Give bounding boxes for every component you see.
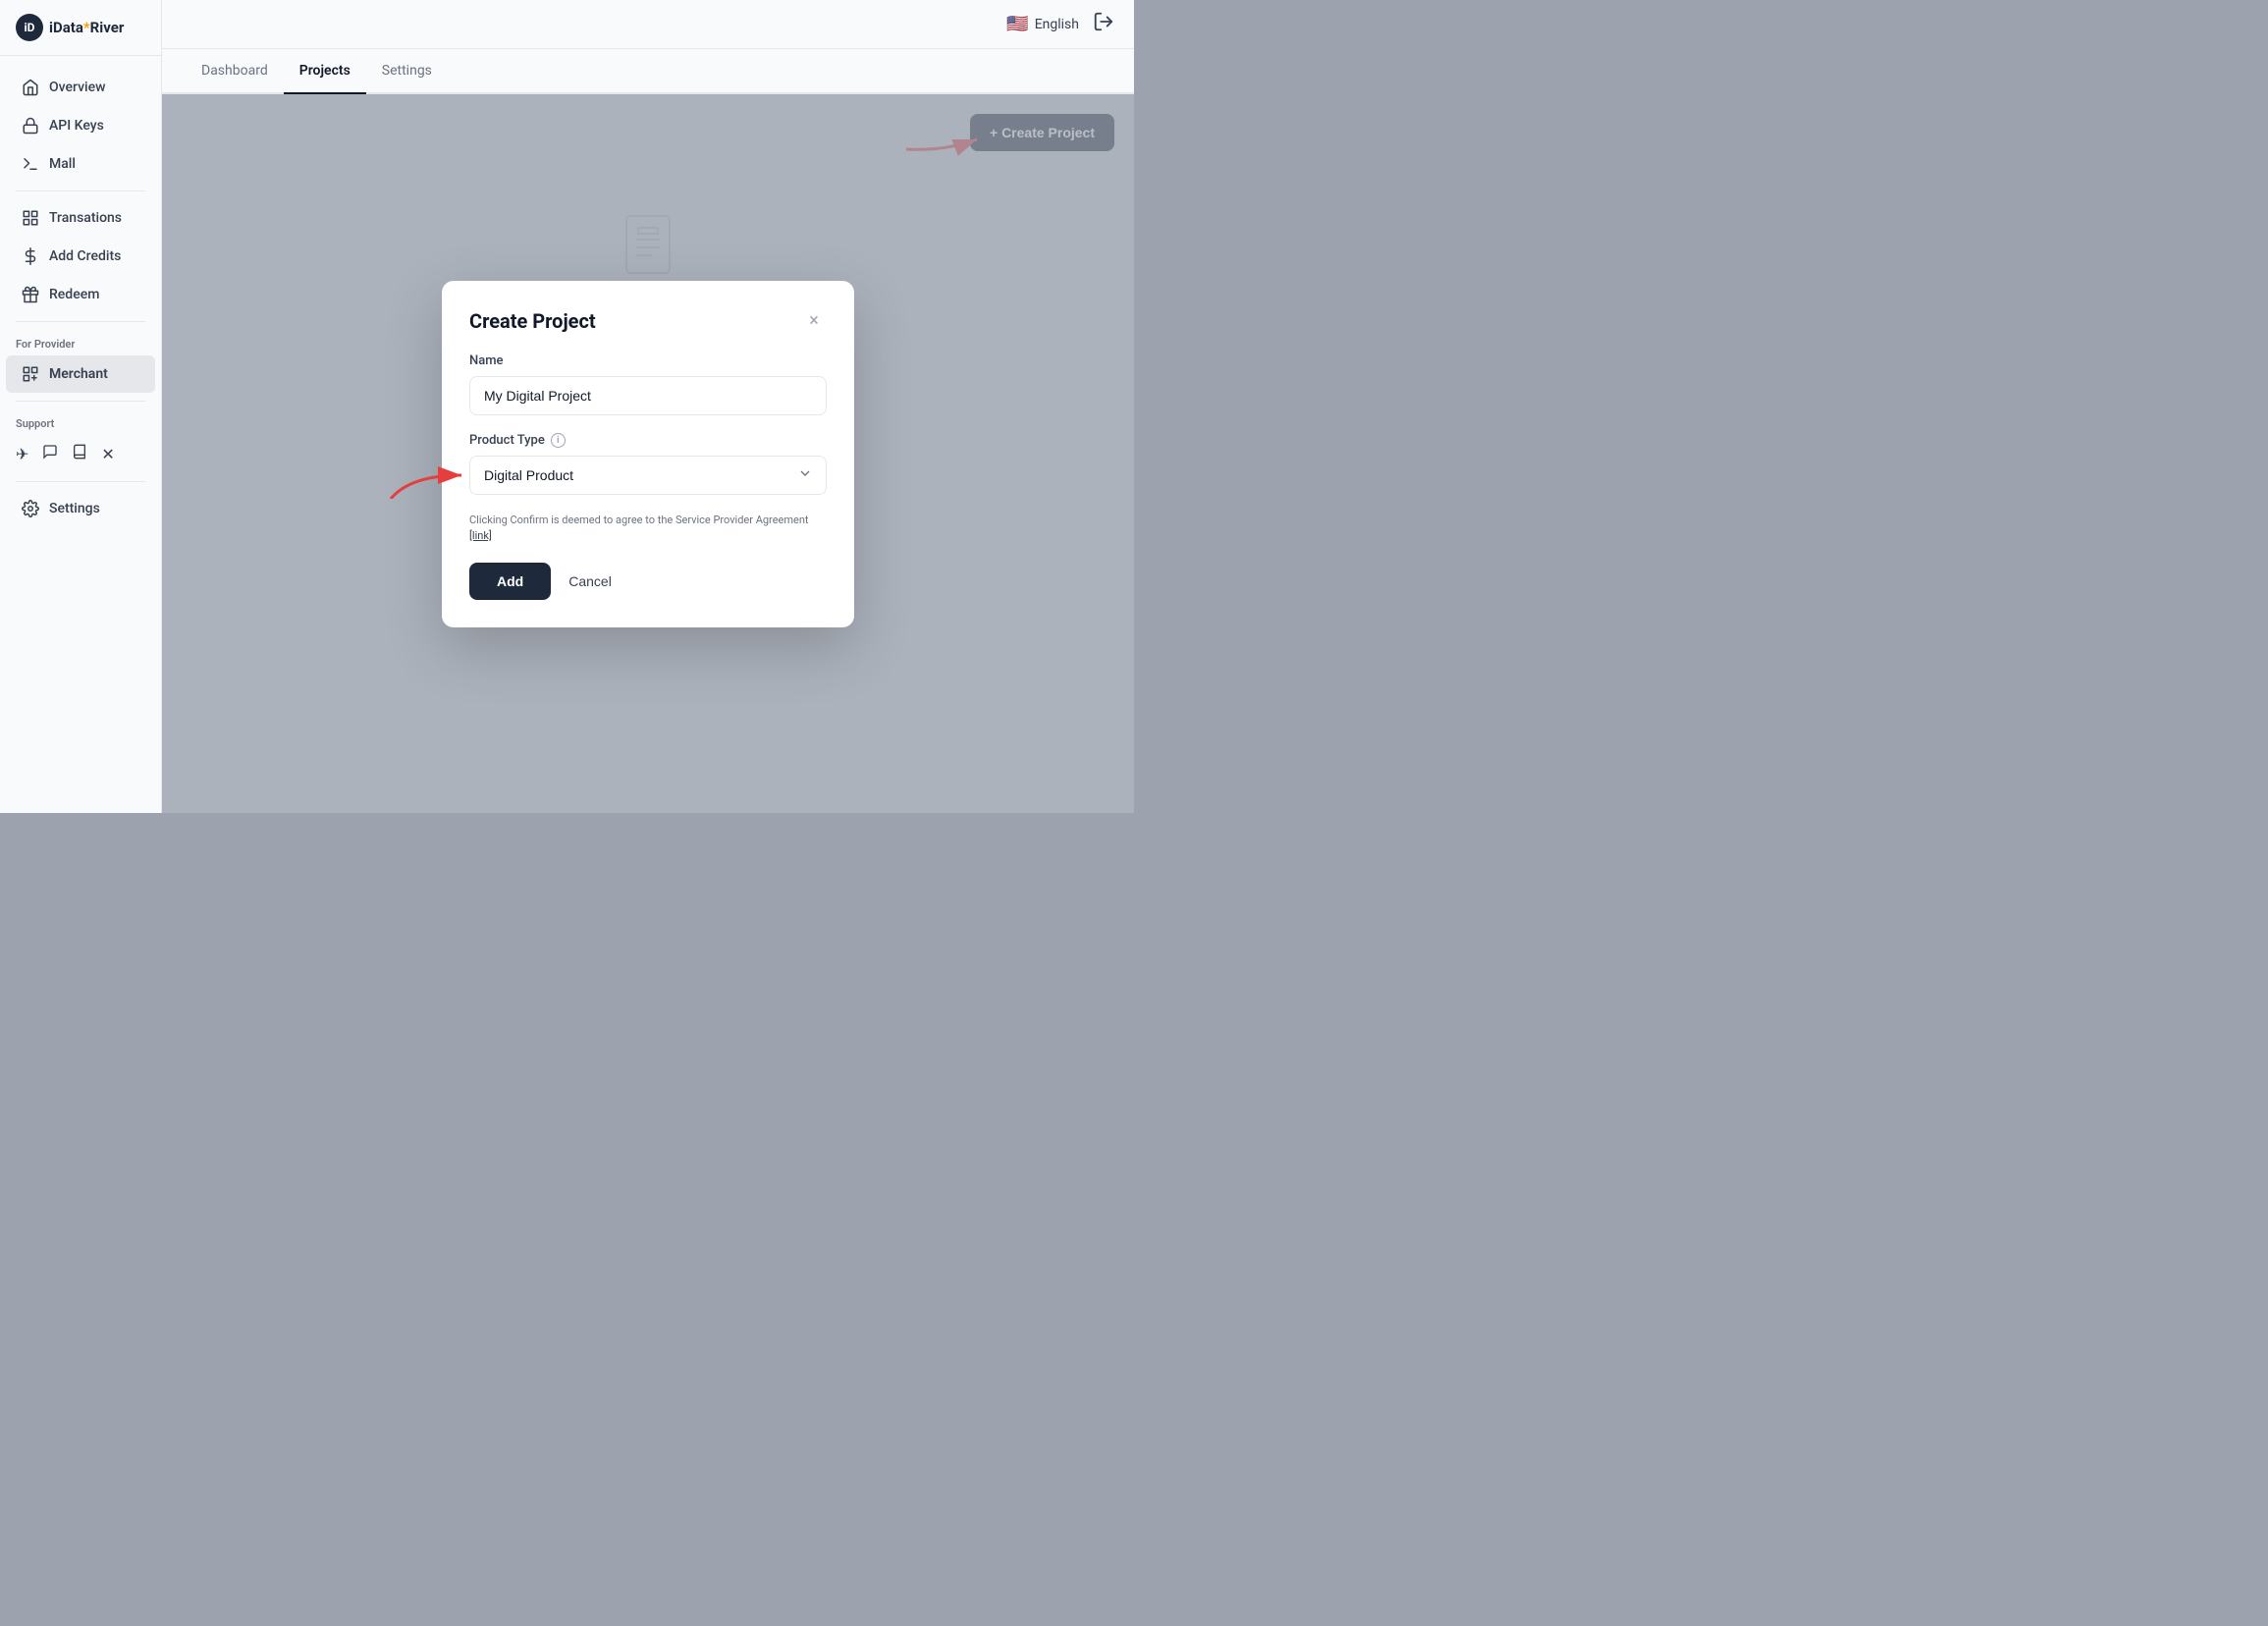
x-icon[interactable]: ✕ bbox=[101, 445, 114, 463]
tabs-bar: Dashboard Projects Settings bbox=[162, 49, 1134, 94]
sidebar-item-settings-label: Settings bbox=[49, 501, 100, 516]
lock-icon bbox=[22, 117, 39, 135]
sidebar-item-merchant-label: Merchant bbox=[49, 366, 108, 382]
main-content: 🇺🇸 English Dashboard Projects Settings +… bbox=[162, 0, 1134, 813]
tab-settings[interactable]: Settings bbox=[366, 49, 448, 94]
book-icon[interactable] bbox=[72, 444, 87, 463]
logo: iD iData*River bbox=[0, 0, 161, 56]
sidebar-item-overview-label: Overview bbox=[49, 80, 105, 95]
gift-icon bbox=[22, 286, 39, 303]
name-label: Name bbox=[469, 353, 827, 368]
tab-projects[interactable]: Projects bbox=[284, 49, 366, 94]
info-icon[interactable]: i bbox=[551, 433, 566, 448]
divider-3 bbox=[16, 401, 145, 402]
divider-4 bbox=[16, 481, 145, 482]
logo-icon: iD bbox=[16, 14, 43, 41]
divider-2 bbox=[16, 321, 145, 322]
agreement-text: Clicking Confirm is deemed to agree to t… bbox=[469, 513, 827, 545]
content-body: + Create Project bbox=[162, 94, 1134, 813]
product-type-label: Product Type i bbox=[469, 433, 827, 448]
modal-actions: Add Cancel bbox=[469, 563, 827, 600]
modal-overlay: Create Project × Name Product Type i bbox=[162, 94, 1134, 813]
support-label: Support bbox=[0, 409, 161, 434]
dollar-icon bbox=[22, 247, 39, 265]
name-input[interactable] bbox=[469, 376, 827, 415]
sidebar-item-merchant[interactable]: Merchant bbox=[6, 355, 155, 393]
sidebar-item-transactions-label: Transations bbox=[49, 210, 122, 226]
product-type-select-wrapper: Digital Product Physical Product Service bbox=[469, 456, 827, 495]
sidebar-item-redeem[interactable]: Redeem bbox=[6, 276, 155, 313]
add-button[interactable]: Add bbox=[469, 563, 551, 600]
top-bar: 🇺🇸 English bbox=[162, 0, 1134, 49]
sidebar-item-redeem-label: Redeem bbox=[49, 287, 99, 302]
product-type-label-text: Product Type bbox=[469, 433, 545, 448]
modal-header: Create Project × bbox=[469, 308, 827, 334]
sidebar-item-transactions[interactable]: Transations bbox=[6, 199, 155, 237]
home-icon bbox=[22, 79, 39, 96]
sidebar-item-add-credits-label: Add Credits bbox=[49, 248, 121, 264]
sidebar-item-api-keys[interactable]: API Keys bbox=[6, 107, 155, 144]
sidebar-item-settings[interactable]: Settings bbox=[6, 490, 155, 527]
sidebar-item-overview[interactable]: Overview bbox=[6, 69, 155, 106]
sidebar-item-api-keys-label: API Keys bbox=[49, 118, 104, 134]
modal-title: Create Project bbox=[469, 309, 596, 333]
sidebar-item-add-credits[interactable]: Add Credits bbox=[6, 238, 155, 275]
dropdown-arrow-annotation bbox=[381, 456, 469, 503]
cancel-button[interactable]: Cancel bbox=[565, 563, 616, 600]
flag-icon: 🇺🇸 bbox=[1006, 14, 1028, 34]
sidebar-item-mall[interactable]: Mall bbox=[6, 145, 155, 183]
agreement-main-text: Clicking Confirm is deemed to agree to t… bbox=[469, 514, 809, 526]
divider-1 bbox=[16, 190, 145, 191]
sidebar-item-mall-label: Mall bbox=[49, 156, 76, 172]
transactions-icon bbox=[22, 209, 39, 227]
sidebar-nav: Overview API Keys bbox=[0, 56, 161, 813]
name-form-group: Name bbox=[469, 353, 827, 415]
create-project-modal: Create Project × Name Product Type i bbox=[442, 281, 854, 627]
terminal-icon bbox=[22, 155, 39, 173]
support-icons: ✈ ✕ bbox=[0, 434, 161, 473]
agreement-link[interactable]: [link] bbox=[469, 529, 492, 542]
telegram-icon[interactable]: ✈ bbox=[16, 445, 28, 463]
merchant-icon bbox=[22, 365, 39, 383]
tab-dashboard[interactable]: Dashboard bbox=[186, 49, 284, 94]
settings-icon bbox=[22, 500, 39, 517]
sidebar: iD iData*River Overview bbox=[0, 0, 162, 813]
language-selector[interactable]: 🇺🇸 English bbox=[1006, 14, 1079, 34]
logo-text: iData*River bbox=[49, 19, 124, 36]
logout-button[interactable] bbox=[1093, 11, 1114, 37]
for-provider-label: For Provider bbox=[0, 330, 161, 354]
red-arrow-dropdown-icon bbox=[381, 456, 469, 499]
product-type-form-group: Product Type i bbox=[469, 433, 827, 495]
product-type-select[interactable]: Digital Product Physical Product Service bbox=[469, 456, 827, 495]
chat-icon[interactable] bbox=[42, 444, 58, 463]
language-label: English bbox=[1035, 17, 1079, 32]
modal-close-button[interactable]: × bbox=[801, 308, 827, 334]
